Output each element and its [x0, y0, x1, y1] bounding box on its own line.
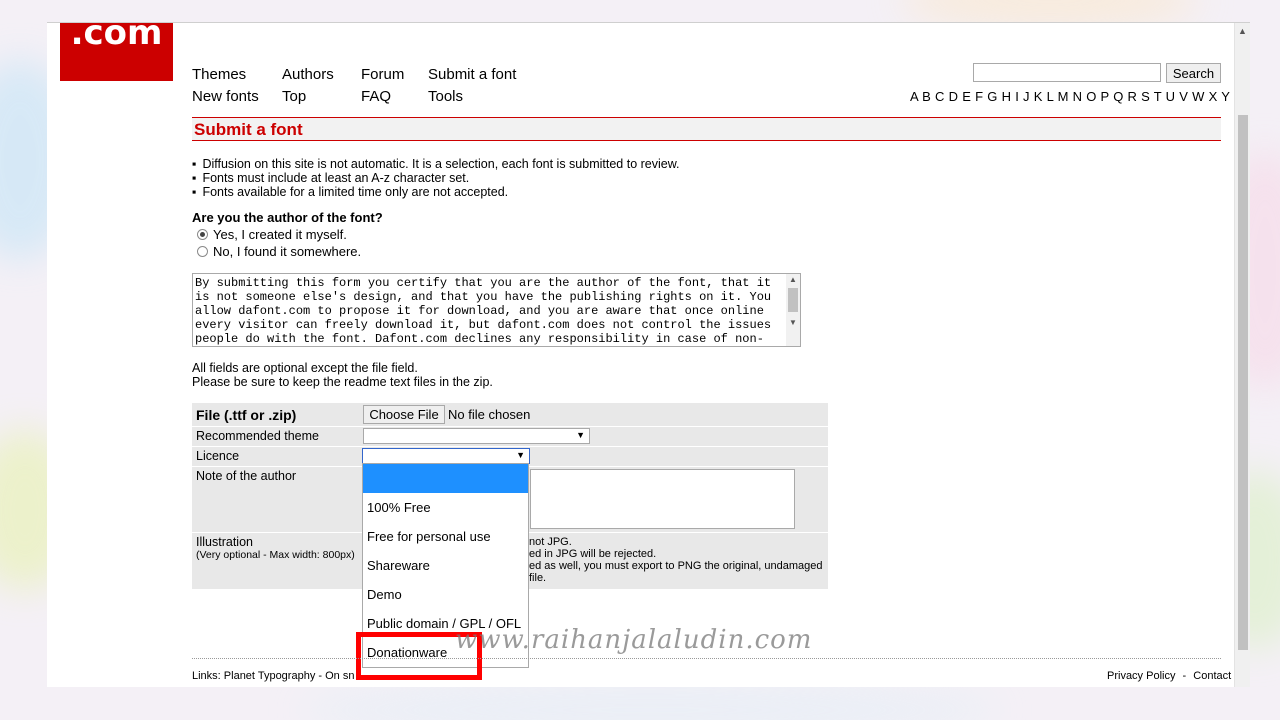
- radio-button-checked[interactable]: [197, 229, 208, 240]
- footer-links[interactable]: Links: Planet Typography - On sn: [192, 670, 354, 682]
- radio-label: Yes, I created it myself.: [213, 227, 347, 242]
- nav-authors[interactable]: Authors: [282, 66, 334, 83]
- note-line: All fields are optional except the file …: [192, 361, 418, 375]
- privacy-policy-link[interactable]: Privacy Policy: [1107, 670, 1175, 682]
- theme-select[interactable]: ▼: [363, 428, 590, 444]
- terms-textarea[interactable]: By submitting this form you certify that…: [192, 273, 801, 347]
- illustration-title: Illustration: [196, 535, 253, 549]
- illustration-hint: (Very optional - Max width: 800px): [196, 549, 355, 561]
- nav-themes[interactable]: Themes: [192, 66, 246, 83]
- radio-button[interactable]: [197, 246, 208, 257]
- site-logo[interactable]: .com: [60, 23, 173, 81]
- search-button[interactable]: Search: [1166, 63, 1221, 83]
- footer-separator: -: [1182, 670, 1187, 682]
- author-question: Are you the author of the font?: [192, 210, 383, 225]
- licence-option-empty[interactable]: [363, 464, 528, 493]
- page-scrollbar[interactable]: ▲: [1234, 23, 1250, 687]
- row-divider: [192, 446, 828, 447]
- dropdown-arrow-icon: ▼: [576, 430, 585, 440]
- nav-new-fonts[interactable]: New fonts: [192, 88, 259, 105]
- list-item: Diffusion on this site is not automatic.…: [192, 157, 679, 171]
- list-item: Fonts available for a limited time only …: [192, 185, 680, 199]
- radio-label: No, I found it somewhere.: [213, 244, 362, 259]
- alphabet-index[interactable]: A B C D E F G H I J K L M N O P Q R S T …: [910, 89, 1250, 104]
- rules-list: Diffusion on this site is not automatic.…: [192, 157, 680, 199]
- terms-text: By submitting this form you certify that…: [195, 276, 772, 346]
- page-title: Submit a font: [194, 120, 303, 139]
- footer-right-links: Privacy Policy - Contact: [1107, 670, 1231, 682]
- contact-link[interactable]: Contact: [1193, 670, 1231, 682]
- watermark: www.raihanjalaludin.com: [455, 625, 813, 655]
- form-notes: All fields are optional except the file …: [192, 361, 493, 389]
- no-file-text: No file chosen: [448, 407, 531, 422]
- browser-viewport: .com Themes Authors Forum Submit a font …: [47, 22, 1250, 687]
- scroll-thumb[interactable]: [788, 288, 798, 312]
- info-line: ed as well, you must export to PNG the o…: [529, 560, 823, 584]
- dropdown-arrow-icon: ▼: [516, 450, 525, 460]
- info-line: ed in JPG will be rejected.: [529, 548, 657, 560]
- nav-forum[interactable]: Forum: [361, 66, 404, 83]
- note-line: Please be sure to keep the readme text f…: [192, 375, 493, 389]
- nav-submit-font[interactable]: Submit a font: [428, 66, 516, 83]
- file-label: File (.ttf or .zip): [196, 407, 297, 423]
- radio-yes-author[interactable]: Yes, I created it myself.: [197, 227, 347, 242]
- scroll-thumb[interactable]: [1238, 115, 1248, 650]
- list-item: Fonts must include at least an A-z chara…: [192, 171, 680, 185]
- licence-option[interactable]: Demo: [363, 580, 528, 609]
- search-input[interactable]: [973, 63, 1161, 82]
- row-divider: [192, 426, 828, 427]
- note-label: Note of the author: [196, 469, 297, 483]
- nav-tools[interactable]: Tools: [428, 88, 463, 105]
- theme-label: Recommended theme: [196, 429, 319, 443]
- logo-text: .com: [70, 23, 163, 53]
- licence-option[interactable]: Free for personal use: [363, 522, 528, 551]
- nav-faq[interactable]: FAQ: [361, 88, 391, 105]
- illustration-info: not JPG. ed in JPG will be rejected. ed …: [529, 536, 828, 584]
- terms-scrollbar[interactable]: ▲ ▼: [786, 274, 800, 346]
- scroll-down-icon[interactable]: ▼: [789, 318, 797, 327]
- page-title-bar: Submit a font: [192, 117, 1221, 141]
- licence-option[interactable]: 100% Free: [363, 493, 528, 522]
- illustration-label: Illustration (Very optional - Max width:…: [196, 535, 355, 561]
- choose-file-button[interactable]: Choose File: [363, 405, 445, 424]
- footer-divider: [192, 658, 1221, 659]
- scroll-up-icon[interactable]: ▲: [1238, 26, 1247, 36]
- radio-no-author[interactable]: No, I found it somewhere.: [197, 244, 361, 259]
- info-line: not JPG.: [529, 536, 572, 548]
- licence-label: Licence: [196, 449, 240, 463]
- licence-select[interactable]: ▼: [362, 448, 530, 464]
- scroll-up-icon[interactable]: ▲: [789, 275, 797, 284]
- licence-option[interactable]: Shareware: [363, 551, 528, 580]
- author-note-textarea[interactable]: [530, 469, 795, 529]
- nav-top[interactable]: Top: [282, 88, 306, 105]
